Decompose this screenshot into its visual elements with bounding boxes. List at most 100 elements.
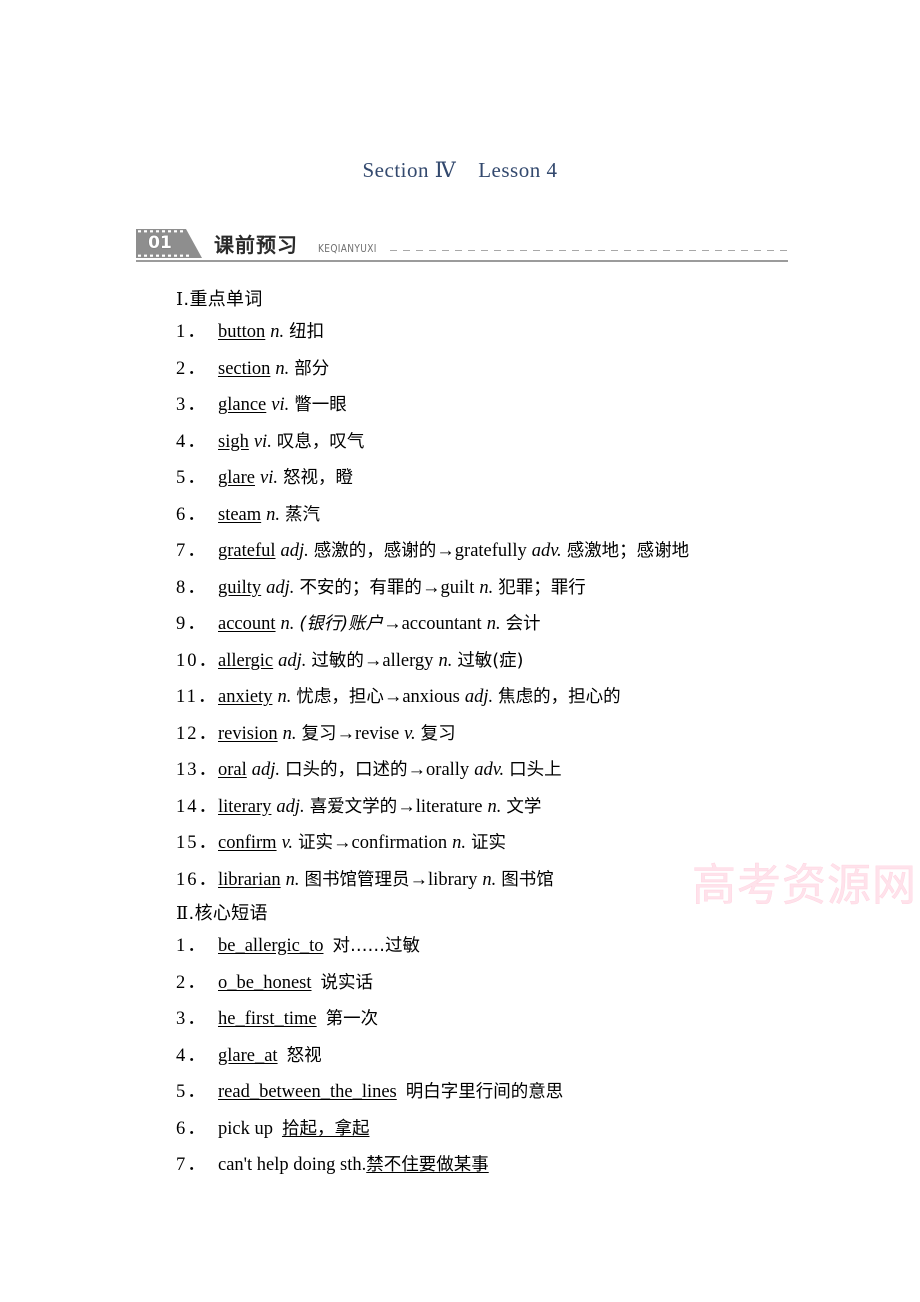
group-heading: Ⅰ.重点单词 — [176, 284, 876, 314]
list-item: 15． confirm v. 证实→confirmation n. 证实 — [176, 825, 876, 862]
vocab-derived-pos: adv. — [474, 760, 505, 780]
list-item-number: 1． — [176, 322, 208, 342]
list-item: 5． glare vi. 怒视，瞪 — [176, 460, 876, 497]
list-item-body: can't help doing sth.禁不住要做某事 — [218, 1147, 489, 1184]
vocab-derived-meaning: 图书馆 — [501, 869, 554, 890]
list-item: 7． grateful adj. 感激的，感谢的→gratefully adv. 感激地；… — [176, 533, 876, 570]
vocab-word: glare — [218, 468, 255, 488]
list-item: 6． steam n. 蒸汽 — [176, 497, 876, 534]
list-item-number: 15． — [176, 833, 220, 853]
phrase-meaning: 对……过敏 — [332, 936, 420, 956]
vocab-meaning: 怒视，瞪 — [282, 468, 353, 488]
vocab-derived-pos: n. — [438, 650, 453, 671]
vocab-word: oral — [218, 760, 247, 780]
vocab-derived-pos: adv. — [531, 541, 562, 561]
vocab-meaning: 纽扣 — [289, 322, 325, 342]
list-item: 1． be_allergic_to 对……过敏 — [176, 928, 876, 965]
vocab-meaning: (银行)账户 — [299, 614, 384, 634]
list-item-number: 2． — [176, 358, 208, 379]
phrase-text: o_be_honest — [218, 972, 312, 993]
derivation-arrow-icon: → — [363, 650, 383, 671]
list-item-number: 3． — [176, 395, 208, 415]
list-item: 12． revision n. 复习→revise v. 复习 — [176, 716, 876, 753]
vocab-pos: n. — [280, 614, 295, 634]
list-item-number: 12． — [176, 723, 220, 744]
group-heading-label: .重点单词 — [183, 289, 263, 310]
vocab-derived-meaning: 焦虑的，担心的 — [498, 687, 621, 707]
list-item-number: 9． — [176, 614, 208, 634]
vocab-derived-word: anxious — [402, 687, 460, 707]
group-heading-label: .核心短语 — [188, 903, 268, 924]
page-title: Section Ⅳ Lesson 4 — [0, 158, 920, 183]
vocab-pos: n. — [277, 687, 292, 707]
vocab-pos: vi. — [271, 395, 290, 415]
list-item: 4． glare_at 怒视 — [176, 1038, 876, 1075]
derivation-arrow-icon: → — [407, 760, 427, 780]
phrase-text: glare_at — [218, 1045, 278, 1066]
vocab-pos: vi. — [253, 431, 272, 452]
phrase-meaning: 明白字里行间的意思 — [405, 1082, 564, 1102]
list-item-number: 6． — [176, 504, 208, 525]
list-item-body: confirm v. 证实→confirmation n. 证实 — [218, 825, 506, 862]
vocab-derived-word: confirmation — [351, 833, 448, 853]
page-title-section: Section Ⅳ — [362, 158, 457, 182]
group-heading: Ⅱ.核心短语 — [176, 898, 876, 928]
vocab-pos: n. — [282, 723, 297, 744]
list-item: 10． allergic adj. 过敏的→allergy n. 过敏(症) — [176, 643, 876, 680]
vocab-meaning: 不安的；有罪的 — [299, 577, 422, 598]
vocab-meaning: 口头的，口述的 — [285, 760, 408, 780]
list-item-body: glare vi. 怒视，瞪 — [218, 460, 353, 497]
section-header-dashed-line — [390, 250, 788, 251]
list-item-body: he_first_time 第一次 — [218, 1001, 378, 1038]
list-item: 11． anxiety n. 忧虑，担心→anxious adj. 焦虑的，担心的 — [176, 679, 876, 716]
derivation-arrow-icon: → — [397, 796, 416, 817]
list-item: 2． o_be_honest 说实话 — [176, 965, 876, 1002]
vocab-pos: adj. — [276, 796, 305, 817]
vocab-derived-word: guilt — [440, 577, 475, 598]
vocab-derived-meaning: 犯罪；罪行 — [498, 577, 586, 598]
list-item-number: 7． — [176, 541, 208, 561]
vocab-meaning: 叹息，叹气 — [276, 431, 365, 452]
phrase-meaning: 说实话 — [320, 972, 374, 993]
phrase-text: can't help doing sth. — [218, 1155, 367, 1175]
vocab-meaning: 过敏的 — [311, 650, 364, 671]
list-item-number: 6． — [176, 1118, 208, 1139]
vocab-meaning: 图书馆管理员 — [304, 869, 410, 890]
vocab-word: sigh — [218, 431, 249, 452]
list-item-body: literary adj. 喜爱文学的→literature n. 文学 — [218, 789, 541, 826]
vocab-derived-word: gratefully — [454, 541, 527, 561]
list-item-body: be_allergic_to 对……过敏 — [218, 928, 420, 965]
list-item-number: 13． — [176, 760, 220, 780]
lesson-content: Ⅰ.重点单词 1． button n. 纽扣 2． section n. 部分 3． glance v… — [176, 284, 876, 1184]
vocab-derived-meaning: 口头上 — [509, 760, 562, 780]
section-header-pinyin: KEQIANYUXI — [318, 243, 377, 255]
vocab-word: revision — [218, 723, 278, 744]
vocab-derived-word: allergy — [382, 650, 434, 671]
list-item-body: grateful adj. 感激的，感谢的→gratefully adv. 感激地；感谢… — [218, 533, 689, 570]
list-item-number: 11． — [176, 687, 219, 707]
vocab-word: anxiety — [218, 687, 273, 707]
vocab-derived-pos: v. — [404, 723, 416, 744]
phrase-text: be_allergic_to — [218, 936, 324, 956]
list-item: 6． pick up 拾起，拿起 — [176, 1111, 876, 1148]
list-item-number: 3． — [176, 1009, 208, 1029]
list-item: 8． guilty adj. 不安的；有罪的→guilt n. 犯罪；罪行 — [176, 570, 876, 607]
list-item-body: revision n. 复习→revise v. 复习 — [218, 716, 456, 753]
vocab-word: grateful — [218, 541, 276, 561]
section-header-title: 课前预习 — [214, 233, 298, 257]
list-item-body: allergic adj. 过敏的→allergy n. 过敏(症) — [218, 643, 523, 680]
list-item: 5． read_between_the_lines 明白字里行间的意思 — [176, 1074, 876, 1111]
derivation-arrow-icon: → — [409, 869, 429, 890]
vocab-derived-meaning: 过敏(症) — [457, 650, 524, 671]
list-item-number: 2． — [176, 972, 208, 993]
list-item: 9． account n. (银行)账户→accountant n. 会计 — [176, 606, 876, 643]
list-item: 3． he_first_time 第一次 — [176, 1001, 876, 1038]
list-item-body: read_between_the_lines 明白字里行间的意思 — [218, 1074, 563, 1111]
vocab-derived-word: library — [428, 869, 478, 890]
page-title-lesson: Lesson 4 — [478, 158, 558, 182]
vocab-word: librarian — [218, 869, 281, 890]
phrase-meaning: 第一次 — [325, 1009, 379, 1029]
vocab-pos: n. — [266, 504, 281, 525]
phrase-text: he_first_time — [218, 1009, 317, 1029]
vocab-meaning: 部分 — [294, 358, 330, 379]
